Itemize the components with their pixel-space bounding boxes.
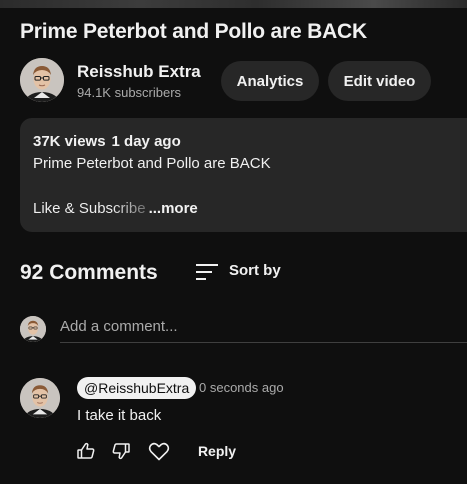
video-player-edge[interactable] <box>0 0 467 8</box>
comment-timestamp[interactable]: 0 seconds ago <box>199 380 284 395</box>
sort-by-button[interactable]: Sort by <box>229 262 281 279</box>
channel-name[interactable]: Reisshub Extra <box>77 62 201 82</box>
description-text-truncated: Like & Subscribe ...more <box>33 200 198 217</box>
description-box[interactable]: 37K views 1 day ago Prime Peterbot and Po… <box>20 118 467 232</box>
heart-icon[interactable] <box>147 440 171 462</box>
comment-author-badge[interactable]: @ReisshubExtra <box>77 377 197 399</box>
video-watch-page: Prime Peterbot and Pollo are BACK Reissh… <box>0 0 467 484</box>
description-line: Like & Subscribe <box>33 200 146 217</box>
show-more-link[interactable]: ...more <box>149 200 198 217</box>
thumb-up-icon[interactable] <box>75 440 97 462</box>
current-user-avatar <box>20 316 46 342</box>
comment-text: I take it back <box>77 407 162 424</box>
reply-button[interactable]: Reply <box>191 440 243 462</box>
video-title: Prime Peterbot and Pollo are BACK <box>20 20 367 43</box>
thumb-down-icon[interactable] <box>110 440 132 462</box>
comments-count: 92 Comments <box>20 261 158 284</box>
add-comment-input[interactable]: Add a comment... <box>60 318 178 335</box>
analytics-button[interactable]: Analytics <box>221 61 319 101</box>
upload-age: 1 day ago <box>111 133 181 150</box>
person-avatar-icon <box>20 378 60 418</box>
channel-avatar[interactable] <box>20 58 64 102</box>
description-text: Prime Peterbot and Pollo are BACK <box>33 155 271 172</box>
add-comment-underline <box>60 342 467 343</box>
view-count: 37K views <box>33 133 106 150</box>
description-meta: 37K views 1 day ago <box>33 133 181 150</box>
person-avatar-icon <box>20 58 64 102</box>
subscriber-count: 94.1K subscribers <box>77 85 182 100</box>
sort-lines-icon <box>196 264 218 280</box>
comment-author-avatar[interactable] <box>20 378 60 418</box>
person-avatar-icon <box>20 316 46 342</box>
sort-icon[interactable] <box>195 261 219 283</box>
edit-video-button[interactable]: Edit video <box>328 61 431 101</box>
